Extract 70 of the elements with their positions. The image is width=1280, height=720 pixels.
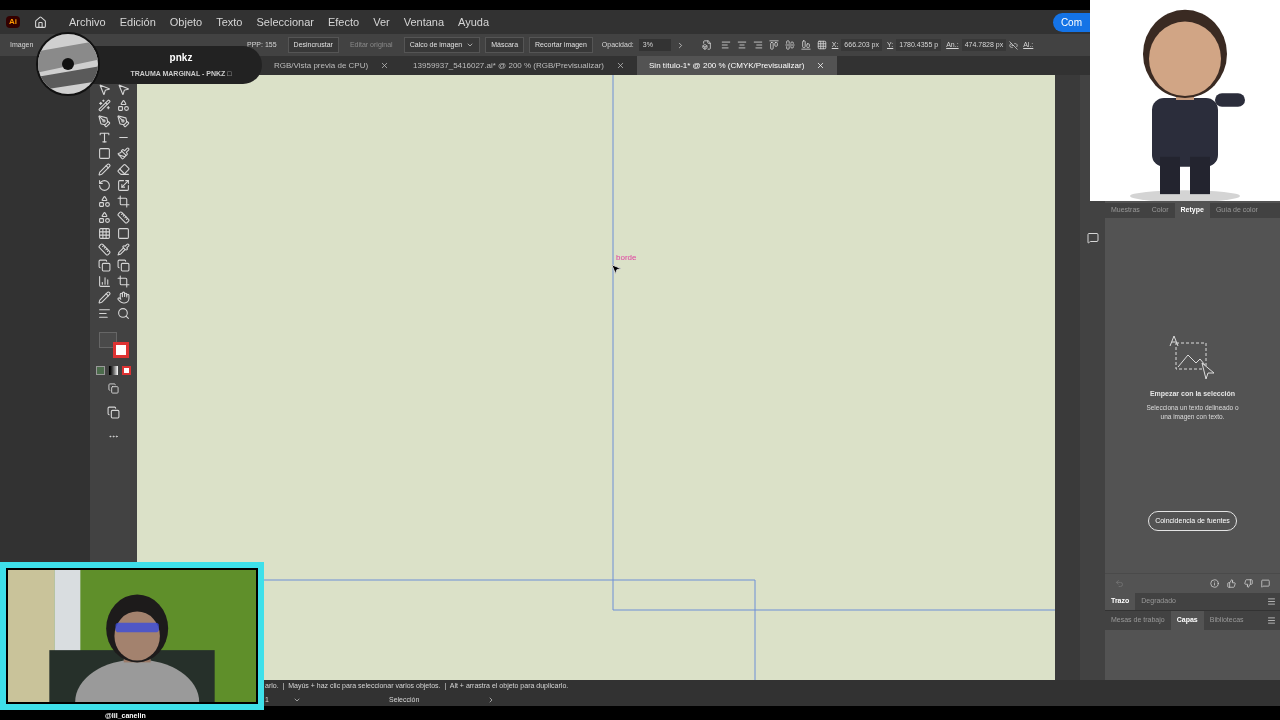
crop-icon[interactable] [116,275,130,288]
document-tab[interactable]: Sin título-1* @ 200 % (CMYK/Previsualizar) [637,56,838,75]
eraser-icon[interactable] [116,163,130,176]
arrow-icon[interactable] [116,83,130,96]
feedback-icon[interactable] [1261,579,1270,588]
home-icon[interactable] [34,15,47,29]
cursor-icon [610,263,622,275]
rotate-icon[interactable] [97,179,111,192]
pipette-icon[interactable] [116,243,130,256]
panel-menu-icon[interactable] [1267,616,1276,625]
copy-icon[interactable] [116,259,130,272]
hand-icon[interactable] [116,291,130,304]
pencil-icon[interactable] [97,163,111,176]
ruler-icon[interactable] [97,243,111,256]
menu-item[interactable]: Edición [119,13,156,31]
align-bottom-icon[interactable] [800,40,811,50]
pencil-icon[interactable] [97,291,111,304]
arrow-icon[interactable] [97,83,111,96]
menu-item[interactable]: Objeto [169,13,203,31]
grid-icon[interactable] [97,227,111,240]
pen-icon[interactable] [97,115,111,128]
crop-icon[interactable] [116,195,130,208]
menu-item[interactable]: Ver [373,13,390,31]
smart-guide-label: borde [616,252,637,264]
shapes-icon[interactable] [97,195,111,208]
align-top-icon[interactable] [768,40,779,50]
align-middle-icon[interactable] [784,40,795,50]
fill-stroke-swatch[interactable] [98,332,129,358]
comment-icon[interactable] [1086,232,1099,244]
rectangle-icon[interactable] [97,147,111,160]
unlinked-icon[interactable] [1009,40,1019,50]
menu-item[interactable]: Archivo [69,13,106,31]
brush-icon[interactable] [116,147,130,160]
type-icon[interactable] [97,131,111,144]
menu-item[interactable]: Ayuda [458,13,490,31]
thumbs-up-icon[interactable] [1227,579,1236,588]
screen-mode-icon[interactable] [107,406,120,419]
vertical-scrollbar[interactable] [1055,75,1080,680]
panel-menu-icon[interactable] [1267,597,1276,606]
track-artist: pnkz [169,51,193,66]
color-swatch[interactable] [96,366,105,375]
chevron-right-icon[interactable] [487,696,495,705]
align-icon[interactable] [97,307,111,320]
menu-item[interactable]: Texto [216,13,243,31]
thumbs-down-icon[interactable] [1244,579,1253,588]
close-icon[interactable] [380,61,390,70]
align-center-icon[interactable] [736,40,747,50]
menu-item[interactable]: Ventana [403,13,445,31]
chart-icon[interactable] [97,275,111,288]
zoom-icon[interactable] [116,307,130,320]
copy-icon[interactable] [97,259,111,272]
pen-icon[interactable] [116,115,130,128]
gradient-swatch[interactable] [109,366,118,375]
none-swatch[interactable] [122,366,131,375]
ruler-icon[interactable] [116,211,130,224]
close-icon[interactable] [816,61,826,70]
shapes-icon[interactable] [97,211,111,224]
scale-icon[interactable] [116,179,130,192]
wand-icon[interactable] [97,99,111,112]
menu-item[interactable]: Seleccionar [256,13,314,31]
close-icon[interactable] [616,61,625,70]
menu-item[interactable]: Efecto [327,13,360,31]
info-icon[interactable] [1210,579,1219,588]
align-left-icon[interactable] [720,40,731,50]
caret-icon[interactable] [466,41,475,49]
app-logo: Ai [6,16,20,28]
align-right-icon[interactable] [752,40,763,50]
reference-point-icon[interactable] [816,40,827,50]
draw-mode-icon[interactable] [108,383,119,394]
share-button[interactable]: Com [1052,12,1090,32]
